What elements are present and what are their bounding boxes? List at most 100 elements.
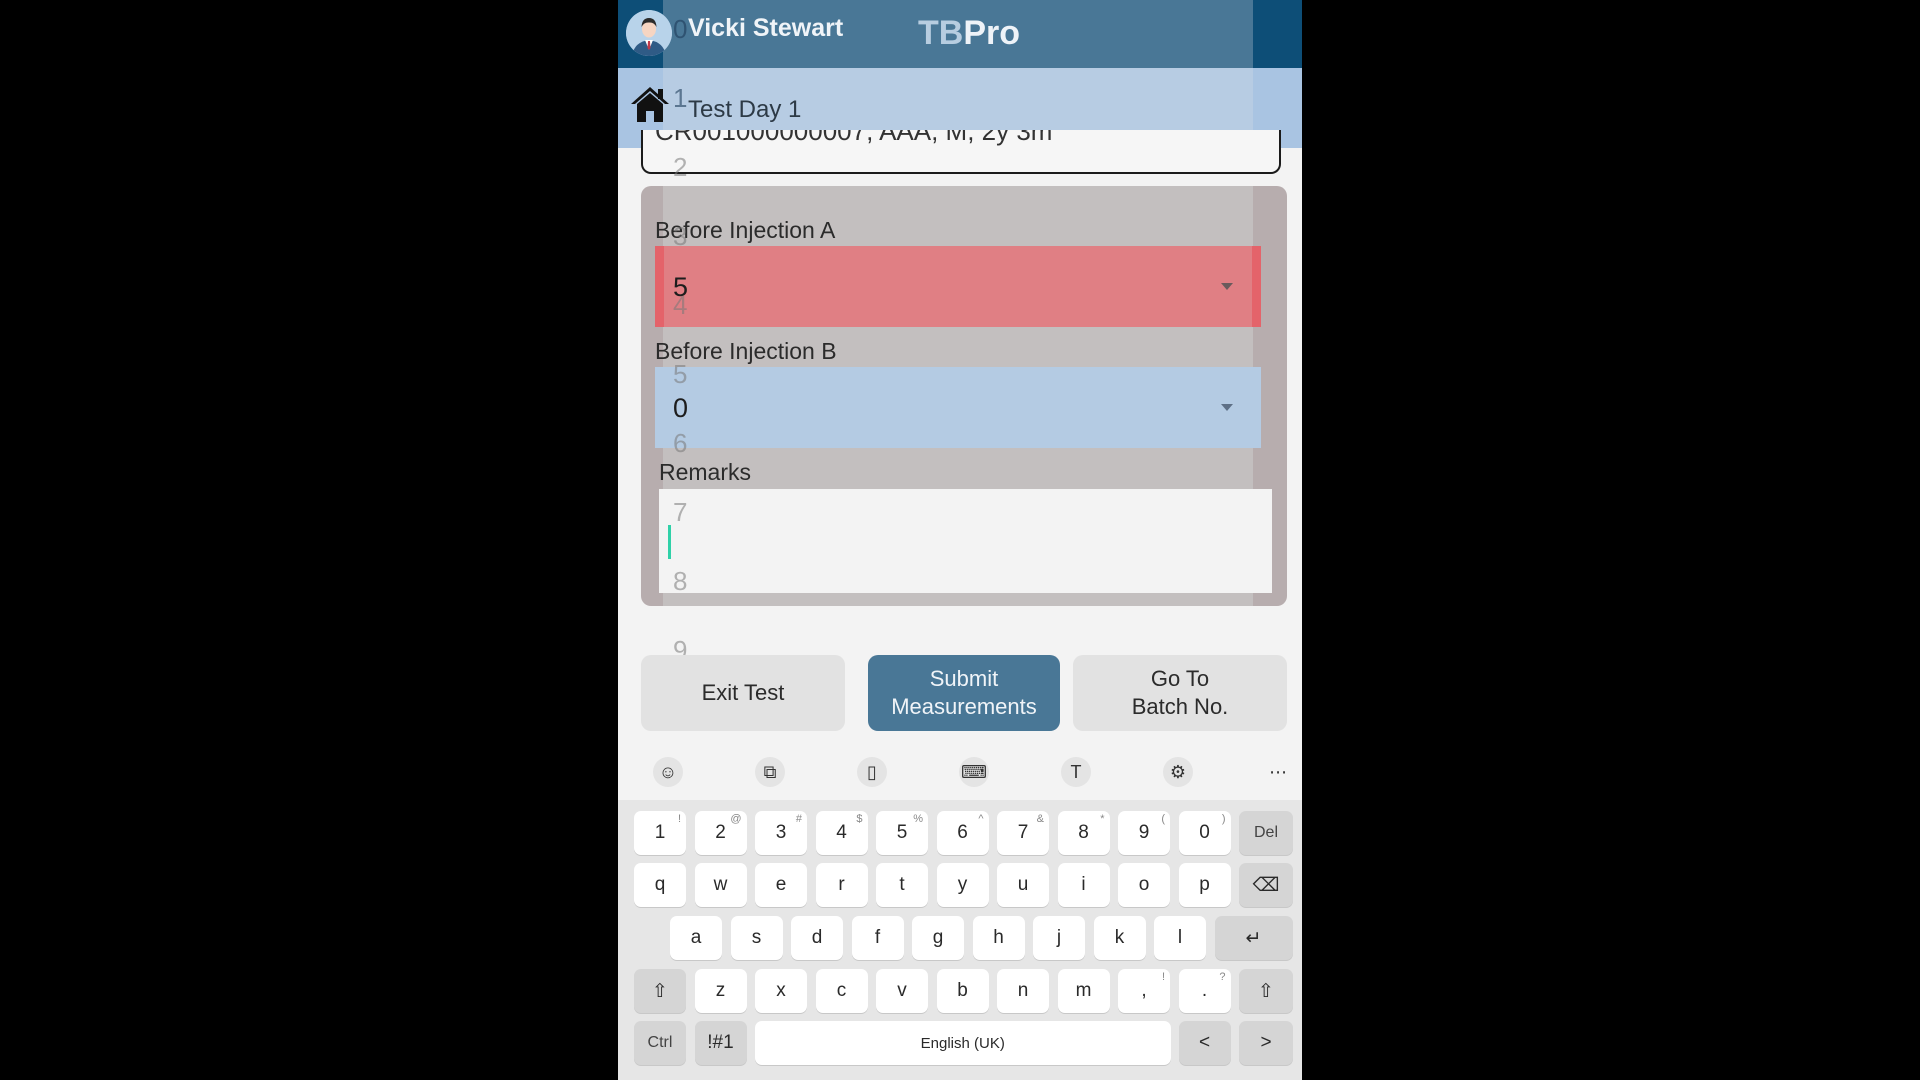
- key-secondary-label: ): [1221, 813, 1226, 825]
- key-u[interactable]: u: [997, 863, 1049, 907]
- key-z[interactable]: z: [694, 969, 747, 1013]
- key-label: p: [1199, 874, 1210, 895]
- key-c[interactable]: c: [815, 969, 868, 1013]
- user-avatar-icon[interactable]: [626, 10, 672, 56]
- key-n[interactable]: n: [997, 969, 1049, 1013]
- cursor-left-key[interactable]: <: [1178, 1021, 1231, 1065]
- key-8[interactable]: 8 *: [1057, 811, 1110, 855]
- key-label: >: [1260, 1032, 1272, 1053]
- key-g[interactable]: g: [912, 916, 964, 960]
- handwriting-icon[interactable]: T: [1061, 757, 1091, 787]
- key-4[interactable]: 4 $: [815, 811, 868, 855]
- backspace-icon: ⌫: [1252, 874, 1280, 896]
- key-o[interactable]: o: [1118, 863, 1170, 907]
- clipboard-icon[interactable]: ▯: [857, 757, 887, 787]
- key-d[interactable]: d: [791, 916, 843, 960]
- brand-tb: TB: [918, 14, 964, 52]
- key-label: w: [713, 874, 728, 895]
- go-to-batch-button[interactable]: Go To Batch No.: [1073, 655, 1287, 731]
- ghost-picker-number: 3: [673, 221, 688, 251]
- key-label: m: [1075, 980, 1092, 1001]
- space-key[interactable]: English (UK): [755, 1021, 1171, 1065]
- key-k[interactable]: k: [1093, 916, 1146, 960]
- key-label: 5: [896, 822, 908, 843]
- key-5[interactable]: 5%: [876, 811, 928, 855]
- key-q[interactable]: q: [634, 863, 686, 907]
- key-v[interactable]: v: [876, 969, 928, 1013]
- key-secondary-label: !: [677, 813, 681, 825]
- shift-left-icon: ⇧: [652, 980, 668, 1002]
- key-i[interactable]: i: [1057, 863, 1110, 907]
- submit-line1: Submit: [929, 666, 999, 691]
- key-t[interactable]: t: [876, 863, 928, 907]
- key-p[interactable]: p: [1178, 863, 1231, 907]
- key-y[interactable]: y: [936, 863, 989, 907]
- submit-measurements-button[interactable]: Submit Measurements: [868, 655, 1060, 731]
- key-b[interactable]: b: [936, 969, 989, 1013]
- key-secondary-label: %: [913, 813, 923, 825]
- key-f[interactable]: f: [851, 916, 904, 960]
- key-1[interactable]: 1!: [634, 811, 686, 855]
- ghost-picker-number: 6: [673, 428, 688, 458]
- ctrl-key[interactable]: Ctrl: [634, 1021, 686, 1065]
- key-period[interactable]: .?: [1178, 969, 1231, 1013]
- before-injection-a-select[interactable]: 5: [655, 246, 1261, 327]
- key-w[interactable]: w: [694, 863, 747, 907]
- key-0[interactable]: 0): [1178, 811, 1231, 855]
- key-2[interactable]: 2 @: [694, 811, 747, 855]
- key-label: 6: [957, 822, 968, 843]
- goto-label: Go To Batch No.: [1132, 665, 1229, 721]
- keyboard-mode-icon[interactable]: ⌨: [959, 757, 989, 787]
- key-secondary-label: @: [730, 813, 742, 825]
- key-e[interactable]: e: [755, 863, 807, 907]
- emoji-icon[interactable]: ☺: [653, 757, 683, 787]
- key-label: 3: [775, 822, 787, 843]
- key-j[interactable]: j: [1033, 916, 1085, 960]
- key-label: 0: [1199, 822, 1210, 843]
- cursor-right-key[interactable]: >: [1239, 1021, 1293, 1065]
- settings-icon[interactable]: ⚙: [1163, 757, 1193, 787]
- key-label: Del: [1253, 824, 1278, 841]
- before-injection-b-select[interactable]: 0: [655, 367, 1261, 448]
- key-label: a: [690, 927, 702, 948]
- key-r[interactable]: r: [815, 863, 868, 907]
- key-3[interactable]: 3 #: [755, 811, 807, 855]
- delete-key[interactable]: Del: [1239, 811, 1293, 855]
- exit-test-button[interactable]: Exit Test: [641, 655, 845, 731]
- key-secondary-label: !: [1161, 971, 1165, 983]
- chevron-down-icon: [1221, 283, 1233, 290]
- key-s[interactable]: s: [730, 916, 783, 960]
- key-m[interactable]: m: [1057, 969, 1110, 1013]
- patient-info-card: CR001000000007, AAA, M, 2y 3m: [641, 130, 1281, 174]
- key-label: r: [838, 874, 845, 895]
- ghost-picker-number: 0: [673, 14, 688, 44]
- key-label: u: [1017, 874, 1029, 895]
- user-name: Vicki Stewart: [688, 14, 844, 42]
- enter-key[interactable]: ↵: [1214, 916, 1293, 960]
- shift-left-key[interactable]: ⇧: [634, 969, 686, 1013]
- key-label: 2: [715, 822, 726, 843]
- key-6[interactable]: 6 ^: [936, 811, 989, 855]
- translate-icon[interactable]: ⧉: [755, 757, 785, 787]
- home-icon[interactable]: [628, 82, 672, 126]
- key-x[interactable]: x: [755, 969, 807, 1013]
- backspace-key[interactable]: ⌫: [1239, 863, 1293, 907]
- key-label: b: [957, 980, 968, 1001]
- page-title: Test Day 1: [688, 96, 802, 123]
- remarks-input[interactable]: [659, 489, 1272, 593]
- key-label: o: [1138, 874, 1150, 895]
- key-label: s: [751, 927, 762, 948]
- key-h[interactable]: h: [972, 916, 1025, 960]
- key-label: f: [874, 927, 881, 948]
- symbols-key[interactable]: !#1: [694, 1021, 747, 1065]
- ghost-picker-number: 7: [673, 497, 688, 527]
- more-icon[interactable]: ⋯: [1263, 757, 1293, 787]
- ghost-picker-number: 1: [673, 83, 688, 113]
- key-l[interactable]: l: [1154, 916, 1206, 960]
- key-comma[interactable]: ,!: [1118, 969, 1170, 1013]
- key-secondary-label: ^: [978, 813, 984, 825]
- key-7[interactable]: 7 &: [997, 811, 1049, 855]
- shift-right-key[interactable]: ⇧: [1239, 969, 1293, 1013]
- key-9[interactable]: 9(: [1118, 811, 1170, 855]
- key-a[interactable]: a: [670, 916, 722, 960]
